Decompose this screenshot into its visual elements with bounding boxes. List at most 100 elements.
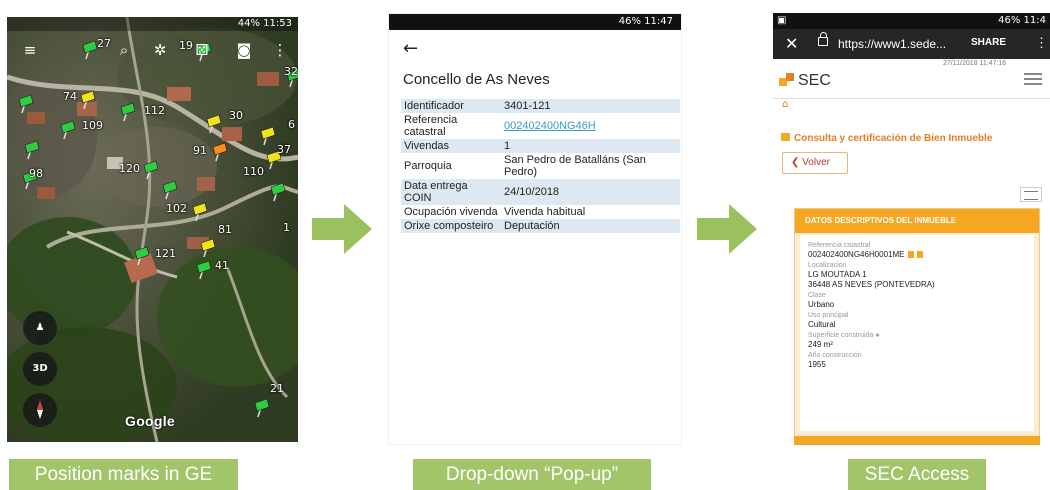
table-row: Orixe composteiro Deputación — [401, 219, 680, 233]
status-bar: 44% 11:53 — [7, 17, 298, 31]
caption-popup: Drop-down “Pop-up” — [413, 459, 651, 490]
field-value: 1955 — [808, 360, 826, 369]
map-pin-icon[interactable] — [192, 202, 208, 222]
map-pin-icon[interactable] — [270, 182, 286, 202]
next-card-header — [794, 436, 1040, 445]
page-heading: Consulta y certificación de Bien Inmuebl… — [781, 133, 992, 144]
pin-label: 102 — [166, 202, 187, 215]
table-row: Identificador 3401-121 — [401, 99, 680, 113]
status-bar: 46% 11:47 — [389, 14, 681, 30]
screenshot-icon: ▣ — [777, 15, 787, 26]
sec-screen: ▣ 46% 11:4 ✕ https://www1.sede... SHARE … — [773, 13, 1050, 445]
folder-icon — [781, 133, 790, 141]
voyager-icon[interactable]: ✲ — [149, 39, 171, 61]
more-icon[interactable]: ⋮ — [1035, 35, 1048, 51]
row-key: Orixe composteiro — [401, 219, 501, 233]
copy-icon[interactable] — [907, 251, 914, 259]
menu-icon[interactable]: ≡ — [19, 39, 41, 61]
sec-header: SEC — [773, 69, 1050, 99]
pegman-icon: ♟ — [35, 322, 45, 333]
row-value: 1 — [501, 139, 680, 153]
pin-label: 74 — [63, 90, 77, 103]
map-pin-icon[interactable] — [18, 94, 34, 114]
sec-brand: SEC — [798, 72, 831, 89]
arrow-right-icon — [312, 204, 372, 254]
sec-logo-icon — [779, 73, 794, 87]
popup-title: Concello de As Neves — [403, 71, 550, 88]
map-pin-icon[interactable] — [254, 398, 270, 418]
popup-screen: 46% 11:47 ← Concello de As Neves Identif… — [388, 13, 682, 445]
status-bar: ▣ 46% 11:4 — [773, 13, 1050, 29]
home-icon[interactable]: ⌂ — [782, 99, 788, 110]
card-title: DATOS DESCRIPTIVOS DEL INMUEBLE — [795, 209, 1039, 233]
table-row: Referencia catastral 002402400NG46H — [401, 113, 680, 139]
share-button[interactable]: SHARE — [971, 37, 1006, 48]
map-pin-icon[interactable] — [260, 126, 276, 146]
pin-label: 32 — [284, 65, 298, 78]
map-pin-icon[interactable] — [196, 260, 212, 280]
cadastral-link[interactable]: 002402400NG46H — [504, 120, 596, 132]
table-row: Ocupación vivenda Vivenda habitual — [401, 205, 680, 219]
back-button[interactable]: ❮ Volver — [782, 152, 848, 174]
pin-label: 120 — [119, 162, 140, 175]
table-row: Parroquia San Pedro de Batalláns (San Pe… — [401, 153, 680, 179]
field-value: LG MOUTADA 1 — [808, 270, 867, 279]
row-value: San Pedro de Batalláns (San Pedro) — [504, 154, 646, 178]
field-value: 249 m² — [808, 340, 833, 349]
map-icon[interactable] — [916, 251, 923, 259]
browser-url-bar: ✕ https://www1.sede... SHARE ⋮ — [773, 29, 1050, 59]
3d-button[interactable]: 3D — [23, 352, 57, 386]
field-value: 36448 AS NEVES (PONTEVEDRA) — [808, 280, 935, 289]
camera-icon[interactable]: ◙ — [233, 39, 255, 61]
map-pin-icon[interactable] — [162, 180, 178, 200]
dice-icon[interactable]: ⚄ — [191, 39, 213, 61]
info-icon[interactable]: ● — [875, 332, 879, 339]
row-value: 3401-121 — [501, 99, 680, 113]
row-key: Ocupación vivenda — [404, 206, 498, 218]
pin-label: 21 — [270, 382, 284, 395]
map-pin-icon[interactable] — [120, 102, 136, 122]
row-key: Referencia catastral — [404, 114, 458, 138]
map-pin-icon[interactable] — [143, 160, 159, 180]
map-pin-icon[interactable] — [24, 140, 40, 160]
caption-ge: Position marks in GE — [9, 459, 238, 490]
map-pin-icon[interactable] — [200, 238, 216, 258]
field-label: Superficie construida ● — [808, 332, 880, 339]
pin-label: 37 — [277, 143, 291, 156]
ge-toolbar: ≡ ⌕ ✲ ⚄ ◙ ⋮ — [7, 39, 298, 61]
row-key: Data entrega COIN — [401, 179, 501, 205]
slide: 44% 11:53 ≡ ⌕ ✲ ⚄ ◙ ⋮ 27 19 32 74 112 10… — [0, 0, 1050, 490]
hamburger-icon[interactable] — [1024, 73, 1042, 85]
card-body: Referencia catastral 002402400NG46H0001M… — [800, 235, 1034, 431]
map-pin-icon[interactable] — [212, 142, 228, 162]
table-row: Data entrega COIN 24/10/2018 — [401, 179, 680, 205]
map-pin-icon[interactable] — [60, 120, 76, 140]
pin-label: 41 — [215, 259, 229, 272]
property-card: DATOS DESCRIPTIVOS DEL INMUEBLE Referenc… — [794, 208, 1040, 445]
compass-button[interactable] — [23, 393, 57, 427]
list-menu-icon[interactable] — [1020, 187, 1042, 202]
pin-label: 98 — [29, 167, 43, 180]
pegman-button[interactable]: ♟ — [23, 311, 57, 345]
map-pin-icon[interactable] — [134, 246, 150, 266]
caption-sec: SEC Access — [848, 459, 986, 490]
map-pin-icon[interactable] — [80, 90, 96, 110]
attribute-table: Identificador 3401-121 Referencia catast… — [401, 99, 680, 233]
row-value: Deputación — [501, 219, 680, 233]
more-icon[interactable]: ⋮ — [269, 39, 291, 61]
field-value: Cultural — [808, 320, 836, 329]
field-label: Localización — [808, 262, 847, 269]
search-icon[interactable]: ⌕ — [113, 39, 135, 61]
row-key: Identificador — [401, 99, 501, 113]
back-arrow-icon[interactable]: ← — [403, 38, 418, 59]
map-pin-icon[interactable] — [206, 114, 222, 134]
pin-label: 81 — [218, 223, 232, 236]
row-key: Vivendas — [401, 139, 501, 153]
google-watermark: Google — [125, 413, 176, 429]
timestamp: 27/11/2018 11:47:16 — [943, 60, 1007, 67]
pin-label: 91 — [193, 144, 207, 157]
close-icon[interactable]: ✕ — [785, 34, 798, 53]
url-text[interactable]: https://www1.sede... — [838, 37, 946, 51]
lock-icon — [818, 32, 828, 46]
pin-label: 112 — [144, 104, 165, 117]
